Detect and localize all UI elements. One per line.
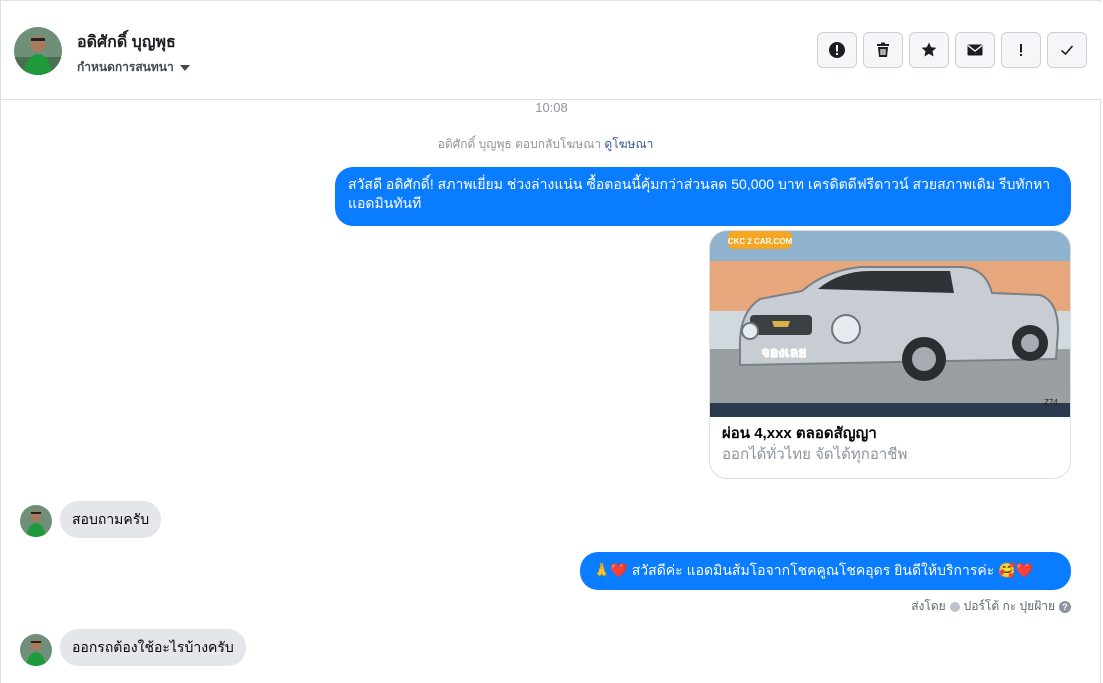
ad-card[interactable]: CKC 2 CAR.COM จองเลย Z74 ผ่อน 4,xxx ตลอด… <box>709 230 1071 479</box>
sent-by-prefix: ส่งโดย <box>911 599 946 613</box>
checkmark-icon <box>1060 45 1074 56</box>
action-toolbar <box>817 32 1087 68</box>
avatar[interactable] <box>14 27 62 75</box>
star-button[interactable] <box>909 32 949 68</box>
outgoing-message: 🙏❤️ สวัสดีค่ะ แอดมินส้มโอจากโชคคูณโชคอุด… <box>580 552 1071 590</box>
contact-name[interactable]: อดิศักดิ์ บุญพุธ <box>77 30 176 55</box>
exclamation-icon <box>1020 44 1022 56</box>
ad-reply-notice: อดิศักดิ์ บุญพุธ ตอบกลับโฆษณา ดูโฆษณา <box>0 135 1091 154</box>
ad-image-stamp: จองเลย <box>761 344 806 360</box>
help-icon[interactable]: ? <box>1059 600 1071 613</box>
caret-down-icon <box>179 65 190 71</box>
ad-reply-text: อดิศักดิ์ บุญพุธ ตอบกลับโฆษณา <box>437 137 602 151</box>
conversation-header: อดิศักดิ์ บุญพุธ กำหนดการสนทนา <box>1 3 1101 100</box>
mark-unread-button[interactable] <box>955 32 995 68</box>
mark-done-button[interactable] <box>1047 32 1087 68</box>
ad-card-subtitle: ออกได้ทั่วไทย จัดได้ทุกอาชีพ <box>722 446 908 463</box>
mail-icon <box>967 44 983 56</box>
outgoing-message: สวัสดี อดิศักดิ์! สภาพเยี่ยม ช่วงล่างแน่… <box>335 167 1071 226</box>
alert-circle-icon <box>829 42 845 58</box>
user-dot-icon <box>949 601 960 612</box>
conversation-settings-label: กำหนดการสนทนา <box>77 60 174 74</box>
avatar[interactable] <box>20 505 52 537</box>
trash-icon <box>877 42 889 57</box>
mark-spam-button[interactable] <box>817 32 857 68</box>
incoming-message: สอบถามครับ <box>60 501 162 538</box>
incoming-message: ออกรถต้องใช้อะไรบ้างครับ <box>60 629 246 666</box>
ad-image-code: Z74 <box>1044 398 1058 407</box>
sent-by-label: ส่งโดย ปอร์โต้ กะ ปุยฝ้าย ? <box>911 597 1071 616</box>
ad-image-brand: CKC 2 CAR.COM <box>728 237 793 246</box>
star-icon <box>921 42 937 57</box>
sent-by-name[interactable]: ปอร์โต้ กะ ปุยฝ้าย <box>964 597 1055 616</box>
delete-button[interactable] <box>863 32 903 68</box>
message-timestamp: 10:08 <box>535 100 568 115</box>
follow-up-button[interactable] <box>1001 32 1041 68</box>
view-ad-link[interactable]: ดูโฆษณา <box>604 137 653 151</box>
ad-image: CKC 2 CAR.COM จองเลย Z74 <box>710 231 1070 417</box>
avatar[interactable] <box>20 634 52 666</box>
conversation-settings-dropdown[interactable]: กำหนดการสนทนา <box>77 58 190 77</box>
